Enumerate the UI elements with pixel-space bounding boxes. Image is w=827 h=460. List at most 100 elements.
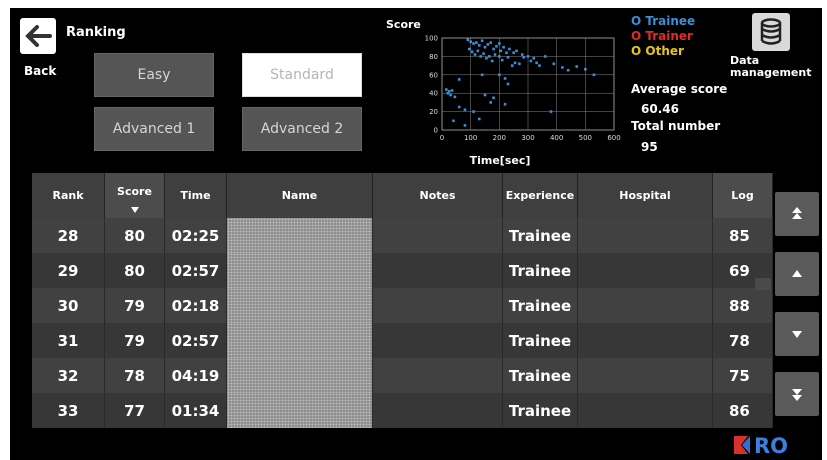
cell-rank: 28 xyxy=(32,218,105,253)
chevron-down-icon xyxy=(792,331,802,338)
data-point-trainee xyxy=(472,110,475,113)
cell-name xyxy=(227,358,373,393)
advanced-2-button[interactable]: Advanced 2 xyxy=(242,107,362,151)
standard-button[interactable]: Standard xyxy=(242,53,362,97)
data-point-trainee xyxy=(489,101,493,104)
chart-grid xyxy=(441,37,615,131)
data-point-trainee xyxy=(488,55,491,58)
data-point-trainee xyxy=(575,65,579,68)
data-point-trainee xyxy=(447,90,451,93)
data-point-trainee xyxy=(477,44,481,47)
cell-score: 80 xyxy=(105,218,165,253)
table-row[interactable]: 31 79 02:57 Trainee 78 xyxy=(32,323,773,358)
table-row[interactable]: 33 77 01:34 Trainee 86 xyxy=(32,393,773,428)
scroll-top-button[interactable] xyxy=(775,192,819,236)
data-point-trainee xyxy=(463,108,467,112)
data-point-trainee xyxy=(549,110,553,113)
data-point-trainee xyxy=(482,52,485,55)
column-header-log[interactable]: Log xyxy=(713,173,773,218)
data-point-trainee xyxy=(457,78,461,81)
data-point-trainee xyxy=(552,62,556,66)
data-point-trainee xyxy=(506,56,510,59)
x-tick-label: 600 xyxy=(607,134,620,142)
data-point-trainee xyxy=(529,59,533,63)
data-point-trainee xyxy=(469,40,472,43)
cell-notes xyxy=(373,253,503,288)
cell-time: 02:57 xyxy=(165,323,227,358)
data-point-trainee xyxy=(445,88,448,91)
cell-hospital xyxy=(578,218,713,253)
back-arrow-icon[interactable] xyxy=(20,18,56,54)
column-header-experience[interactable]: Experience xyxy=(503,173,578,218)
average-score-label: Average score xyxy=(631,82,728,96)
cell-score: 77 xyxy=(105,393,165,428)
data-point-trainee xyxy=(513,61,517,65)
cell-hospital xyxy=(578,358,713,393)
cell-time: 02:57 xyxy=(165,253,227,288)
cell-notes xyxy=(373,323,503,358)
data-point-trainee xyxy=(503,77,507,80)
scroll-bottom-button[interactable] xyxy=(775,372,819,416)
data-point-trainee xyxy=(452,119,455,123)
data-point-trainee xyxy=(506,82,510,86)
page-title: Ranking xyxy=(66,25,126,40)
column-header-notes[interactable]: Notes xyxy=(373,173,503,218)
x-tick-label: 200 xyxy=(493,134,506,142)
data-point-trainee xyxy=(477,117,481,121)
table-row[interactable]: 30 79 02:18 Trainee 88 xyxy=(32,288,773,323)
table-row[interactable]: 32 78 04:19 Trainee 75 xyxy=(32,358,773,393)
column-header-score[interactable]: Score xyxy=(105,173,165,218)
data-point-trainee xyxy=(522,56,525,59)
easy-button[interactable]: Easy xyxy=(94,53,214,97)
scrollbar-thumb[interactable] xyxy=(755,278,771,290)
back-button-label[interactable]: Back xyxy=(24,64,56,78)
table-row[interactable]: 29 80 02:57 Trainee 69 xyxy=(32,253,773,288)
cell-rank: 33 xyxy=(32,393,105,428)
total-number-label: Total number xyxy=(631,119,721,133)
legend-trainer: O Trainer xyxy=(631,29,693,43)
data-point-trainee xyxy=(466,38,470,42)
cell-time: 04:19 xyxy=(165,358,227,393)
column-header-time[interactable]: Time xyxy=(165,173,227,218)
data-point-trainee xyxy=(492,96,495,100)
data-point-trainee xyxy=(483,45,487,49)
data-point-trainee xyxy=(535,61,538,65)
cell-experience: Trainee xyxy=(503,393,578,428)
database-icon[interactable] xyxy=(752,13,790,51)
cell-score: 80 xyxy=(105,253,165,288)
table-row[interactable]: 28 80 02:25 Trainee 85 xyxy=(32,218,773,253)
data-point-trainee xyxy=(479,55,482,58)
column-header-score-label: Score xyxy=(117,185,152,198)
data-point-trainee xyxy=(538,64,541,67)
total-number-value: 95 xyxy=(641,140,658,154)
data-point-trainee xyxy=(498,55,501,58)
scroll-down-button[interactable] xyxy=(775,312,819,356)
score-time-scatter-chart: 0 20 40 60 80 100 0 100 200 300 400 500 600 Score T… xyxy=(386,18,621,166)
data-point-trainee xyxy=(463,124,467,127)
data-point-trainee xyxy=(476,49,480,53)
column-header-hospital[interactable]: Hospital xyxy=(578,173,713,218)
data-point-trainee xyxy=(508,47,511,51)
cell-score: 78 xyxy=(105,358,165,393)
cell-score: 79 xyxy=(105,323,165,358)
double-chevron-down-icon xyxy=(792,389,802,401)
cell-hospital xyxy=(578,288,713,323)
data-point-trainee xyxy=(449,93,452,97)
column-header-rank[interactable]: Rank xyxy=(32,173,105,218)
data-point-trainee xyxy=(467,47,471,51)
chevron-up-icon xyxy=(792,270,802,277)
scroll-up-button[interactable] xyxy=(775,252,819,296)
cell-hospital xyxy=(578,393,713,428)
data-point-trainee xyxy=(518,62,521,66)
sort-descending-icon xyxy=(130,207,139,213)
double-chevron-up-icon xyxy=(792,207,802,219)
column-header-name[interactable]: Name xyxy=(227,173,373,218)
data-point-trainee xyxy=(485,56,488,60)
y-tick-label: 20 xyxy=(429,108,438,116)
data-management-label[interactable]: Data management xyxy=(730,55,822,79)
cell-notes xyxy=(373,393,503,428)
x-tick-label: 400 xyxy=(550,134,563,142)
cell-name xyxy=(227,323,373,358)
advanced-1-button[interactable]: Advanced 1 xyxy=(94,107,214,151)
cell-notes xyxy=(373,218,503,253)
